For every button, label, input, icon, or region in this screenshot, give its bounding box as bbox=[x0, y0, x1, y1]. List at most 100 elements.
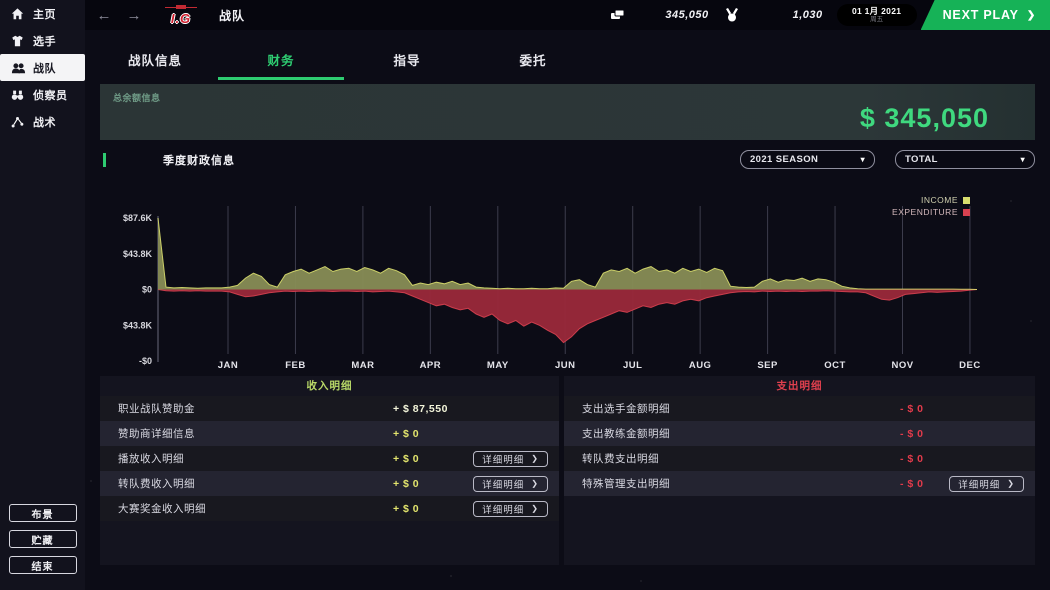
chevron-right-icon: ❯ bbox=[1027, 10, 1036, 21]
row-value: - $ 0 bbox=[900, 428, 1024, 440]
date-value: 01 1月 2021 bbox=[837, 7, 917, 16]
svg-text:JUL: JUL bbox=[623, 360, 642, 371]
sidebar-item-选手[interactable]: 选手 bbox=[0, 27, 85, 54]
table-row: 转队费支出明细- $ 0 bbox=[564, 446, 1035, 471]
sidebar-item-主页[interactable]: 主页 bbox=[0, 0, 85, 27]
finance-section-title: 季度财政信息 bbox=[163, 152, 235, 168]
medal-balance: 1,030 bbox=[741, 9, 823, 21]
medal-icon bbox=[723, 7, 741, 23]
sidebar-item-战队[interactable]: 战队 bbox=[0, 54, 85, 81]
sidebar-item-侦察员[interactable]: 侦察员 bbox=[0, 81, 85, 108]
table-row: 赞助商详细信息+ $ 0 bbox=[100, 421, 559, 446]
detail-button[interactable]: 详细明细❯ bbox=[949, 476, 1024, 492]
tab-战队信息[interactable]: 战队信息 bbox=[92, 40, 218, 80]
sidebar-item-战术[interactable]: 战术 bbox=[0, 108, 85, 135]
row-value: - $ 0 bbox=[900, 453, 1024, 465]
sidebar-button-结束[interactable]: 结束 bbox=[9, 556, 77, 574]
topbar-right-cluster: 345,050 1,030 01 1月 2021 周五 NEXT PLAY ❯ bbox=[609, 0, 1050, 30]
svg-text:DEC: DEC bbox=[959, 360, 981, 371]
svg-text:MAY: MAY bbox=[487, 360, 509, 371]
page-title: 战队 bbox=[219, 7, 245, 24]
row-label: 支出选手金额明细 bbox=[582, 401, 900, 416]
row-label: 播放收入明细 bbox=[118, 451, 393, 466]
sidebar-item-label: 选手 bbox=[33, 33, 56, 49]
balance-banner: 总余额信息 $ 345,050 bbox=[100, 84, 1035, 140]
sidebar: 主页选手战队侦察员战术 布景贮藏结束 bbox=[0, 0, 85, 590]
date-weekday: 周五 bbox=[837, 16, 917, 23]
money-icon bbox=[609, 7, 627, 23]
tab-委托[interactable]: 委托 bbox=[470, 40, 596, 80]
chevron-down-icon: ▾ bbox=[861, 155, 865, 164]
svg-text:$43.8K: $43.8K bbox=[123, 320, 153, 330]
sidebar-button-贮藏[interactable]: 贮藏 bbox=[9, 530, 77, 548]
table-row: 特殊管理支出明细- $ 0详细明细❯ bbox=[564, 471, 1035, 496]
jersey-icon bbox=[10, 33, 27, 49]
total-dropdown[interactable]: TOTAL ▾ bbox=[895, 150, 1035, 169]
expense-table: 支出明细支出选手金额明细- $ 0支出教练金额明细- $ 0转队费支出明细- $… bbox=[564, 376, 1035, 565]
row-value: - $ 0 bbox=[900, 403, 1024, 415]
sidebar-item-label: 战队 bbox=[33, 60, 56, 76]
next-play-button[interactable]: NEXT PLAY ❯ bbox=[921, 0, 1050, 30]
date-display: 01 1月 2021 周五 bbox=[837, 4, 917, 26]
detail-button-label: 详细明细 bbox=[958, 477, 1000, 491]
table-row: 大赛奖金收入明细+ $ 0详细明细❯ bbox=[100, 496, 559, 521]
row-label: 职业战队赞助金 bbox=[118, 401, 393, 416]
table-row: 支出教练金额明细- $ 0 bbox=[564, 421, 1035, 446]
tab-财务[interactable]: 财务 bbox=[218, 40, 344, 80]
row-value: - $ 0 bbox=[900, 478, 949, 490]
back-button[interactable]: ← bbox=[93, 7, 115, 24]
svg-text:APR: APR bbox=[420, 360, 442, 371]
expense_table-title: 支出明细 bbox=[564, 376, 1035, 396]
finance-section-header: 季度财政信息 2021 SEASON ▾ TOTAL ▾ bbox=[100, 149, 1035, 171]
sidebar-item-label: 战术 bbox=[33, 114, 56, 130]
topbar: ← → I.G 战队 345,050 1,030 01 1月 2021 周五 N… bbox=[85, 0, 1050, 30]
team-icon bbox=[10, 60, 27, 76]
svg-text:EXPENDITURE: EXPENDITURE bbox=[892, 207, 958, 217]
sidebar-item-label: 主页 bbox=[33, 6, 56, 22]
row-value: + $ 0 bbox=[393, 428, 548, 440]
row-value: + $ 0 bbox=[393, 478, 473, 490]
season-dropdown-value: 2021 SEASON bbox=[750, 154, 818, 165]
section-accent-bar bbox=[103, 153, 106, 167]
row-label: 转队费收入明细 bbox=[118, 476, 393, 491]
svg-text:INCOME: INCOME bbox=[921, 195, 958, 205]
sidebar-button-布景[interactable]: 布景 bbox=[9, 504, 77, 522]
svg-text:-$0: -$0 bbox=[139, 356, 152, 366]
binoculars-icon bbox=[10, 87, 27, 103]
row-label: 转队费支出明细 bbox=[582, 451, 900, 466]
row-label: 支出教练金额明细 bbox=[582, 426, 900, 441]
detail-button[interactable]: 详细明细❯ bbox=[473, 501, 548, 517]
home-icon bbox=[10, 6, 27, 22]
chevron-right-icon: ❯ bbox=[531, 504, 539, 513]
svg-text:NOV: NOV bbox=[891, 360, 913, 371]
detail-button-label: 详细明细 bbox=[482, 452, 524, 466]
tab-bar: 战队信息财务指导委托 bbox=[92, 40, 596, 80]
team-logo: I.G bbox=[159, 5, 203, 25]
sidebar-bottom-buttons: 布景贮藏结束 bbox=[0, 504, 85, 582]
chevron-right-icon: ❯ bbox=[531, 454, 539, 463]
sidebar-item-label: 侦察员 bbox=[33, 87, 68, 103]
forward-button[interactable]: → bbox=[123, 7, 145, 24]
svg-text:MAR: MAR bbox=[351, 360, 374, 371]
detail-button[interactable]: 详细明细❯ bbox=[473, 476, 548, 492]
table-row: 播放收入明细+ $ 0详细明细❯ bbox=[100, 446, 559, 471]
svg-text:SEP: SEP bbox=[757, 360, 778, 371]
svg-text:JAN: JAN bbox=[218, 360, 239, 371]
next-play-label: NEXT PLAY bbox=[943, 8, 1019, 22]
svg-text:FEB: FEB bbox=[285, 360, 306, 371]
season-dropdown[interactable]: 2021 SEASON ▾ bbox=[740, 150, 875, 169]
sidebar-nav: 主页选手战队侦察员战术 bbox=[0, 0, 85, 135]
row-value: + $ 87,550 bbox=[393, 403, 548, 415]
row-label: 赞助商详细信息 bbox=[118, 426, 393, 441]
row-value: + $ 0 bbox=[393, 503, 473, 515]
row-label: 大赛奖金收入明细 bbox=[118, 501, 393, 516]
table-row: 转队费收入明细+ $ 0详细明细❯ bbox=[100, 471, 559, 496]
income-table: 收入明细职业战队赞助金+ $ 87,550赞助商详细信息+ $ 0播放收入明细+… bbox=[100, 376, 559, 565]
tactics-icon bbox=[10, 114, 27, 130]
chevron-down-icon: ▾ bbox=[1021, 155, 1025, 164]
svg-text:$43.8K: $43.8K bbox=[123, 249, 153, 259]
tab-指导[interactable]: 指导 bbox=[344, 40, 470, 80]
row-label: 特殊管理支出明细 bbox=[582, 476, 900, 491]
detail-button[interactable]: 详细明细 ❯ bbox=[473, 451, 548, 467]
svg-text:$0: $0 bbox=[142, 285, 152, 295]
